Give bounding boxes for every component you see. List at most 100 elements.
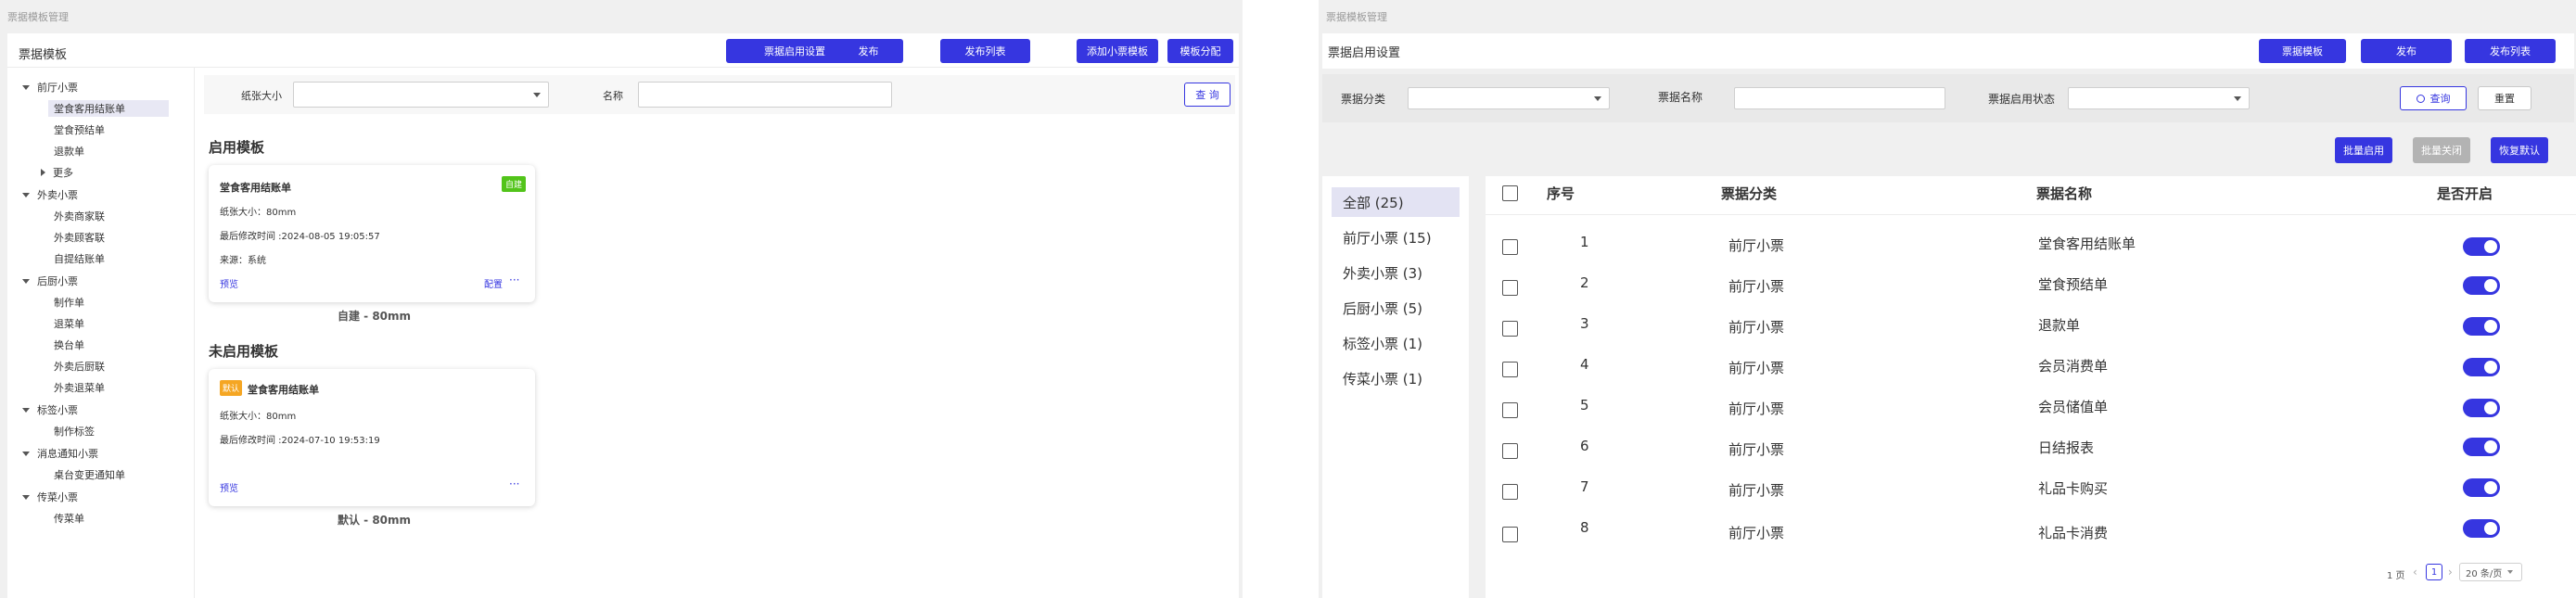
tree-item[interactable]: 外卖顾客联	[54, 229, 105, 246]
enable-toggle[interactable]	[2463, 478, 2500, 497]
default-badge: 默认	[220, 380, 242, 396]
more-icon[interactable]: ···	[509, 477, 519, 490]
tree-item-more[interactable]: 更多	[41, 164, 73, 181]
publish-button[interactable]: 发布	[834, 39, 903, 63]
category-item-serving[interactable]: 传菜小票 (1)	[1332, 363, 1460, 393]
tree-group-takeout[interactable]: 外卖小票	[22, 186, 78, 203]
template-assign-button[interactable]: 模板分配	[1167, 39, 1233, 63]
category-item-takeout[interactable]: 外卖小票 (3)	[1332, 258, 1460, 287]
row-checkbox[interactable]	[1502, 484, 1518, 500]
paper-size-select[interactable]	[293, 82, 549, 108]
category-item-all[interactable]: 全部 (25)	[1332, 187, 1460, 217]
enable-toggle[interactable]	[2463, 438, 2500, 456]
tree-item[interactable]: 堂食预结单	[54, 121, 105, 138]
restore-default-button[interactable]: 恢复默认	[2491, 137, 2548, 163]
add-ticket-template-button[interactable]: 添加小票模板	[1077, 39, 1158, 63]
publish-list-button[interactable]: 发布列表	[940, 39, 1030, 63]
row-checkbox[interactable]	[1502, 321, 1518, 337]
row-name: 礼品卡消费	[2038, 525, 2109, 541]
category-item-kitchen[interactable]: 后厨小票 (5)	[1332, 293, 1460, 323]
select-all-checkbox[interactable]	[1502, 185, 1518, 201]
filter-area: 票据分类 票据名称 票据启用状态 查询 重置	[1322, 74, 2574, 122]
enable-toggle[interactable]	[2463, 276, 2500, 295]
tree-item[interactable]: 传菜单	[54, 510, 84, 527]
row-checkbox[interactable]	[1502, 280, 1518, 296]
name-input[interactable]	[638, 82, 892, 108]
tree-item[interactable]: 退菜单	[54, 315, 84, 332]
row-category: 前厅小票	[1728, 360, 1785, 376]
preview-link[interactable]: 预览	[220, 276, 238, 290]
tree-group-front-hall[interactable]: 前厅小票	[22, 79, 78, 95]
tree-group-label[interactable]: 标签小票	[22, 401, 78, 418]
row-name: 堂食客用结账单	[2038, 235, 2136, 252]
enabled-card-caption: 自建 - 80mm	[338, 310, 412, 323]
pagination-next[interactable]: ›	[2448, 566, 2453, 579]
row-category: 前厅小票	[1728, 482, 1785, 499]
row-index: 7	[1580, 478, 1589, 495]
enable-toggle[interactable]	[2463, 519, 2500, 538]
category-item-front-hall[interactable]: 前厅小票 (15)	[1332, 223, 1460, 252]
tree-item[interactable]: 外卖商家联	[54, 208, 105, 224]
page-size-select[interactable]: 20 条/页	[2459, 563, 2522, 581]
row-checkbox[interactable]	[1502, 402, 1518, 418]
tree-item[interactable]: 制作单	[54, 294, 84, 311]
enable-toggle[interactable]	[2463, 358, 2500, 376]
enabled-template-card[interactable]: 堂食客用结账单 自建 纸张大小：80mm 最后修改时间 :2024-08-05 …	[209, 165, 535, 302]
tree-item[interactable]: 外卖后厨联	[54, 358, 105, 375]
tree-group-serving[interactable]: 传菜小票	[22, 489, 78, 505]
query-button[interactable]: 查询	[2400, 86, 2467, 110]
batch-disable-button[interactable]: 批量关闭	[2413, 137, 2470, 163]
tree-item[interactable]: 桌台变更通知单	[54, 466, 125, 483]
tree-item[interactable]: 制作标签	[54, 423, 95, 439]
chevron-down-icon	[1594, 96, 1601, 101]
card-title: 堂食客用结账单	[220, 182, 291, 194]
chevron-down-icon	[2507, 570, 2514, 574]
status-badge: 自建	[502, 176, 526, 192]
chevron-down-icon	[22, 407, 30, 413]
enable-toggle[interactable]	[2463, 317, 2500, 336]
reset-button[interactable]: 重置	[2478, 86, 2531, 110]
enable-toggle[interactable]	[2463, 237, 2500, 256]
tree-item-selected[interactable]: 堂食客用结账单	[48, 100, 169, 117]
card-paper-size: 纸张大小：80mm	[220, 208, 297, 218]
card-source: 来源：系统	[220, 256, 266, 266]
table-row: 8 前厅小票 礼品卡消费	[1486, 519, 2576, 556]
paper-size-label: 纸张大小	[241, 90, 282, 102]
column-header-enabled: 是否开启	[2437, 185, 2493, 202]
configure-link[interactable]: 配置	[484, 276, 503, 290]
more-icon[interactable]: ···	[509, 274, 519, 286]
tree-item[interactable]: 自提结账单	[54, 250, 105, 267]
status-select[interactable]	[2068, 87, 2250, 109]
batch-enable-button[interactable]: 批量启用	[2335, 137, 2392, 163]
ticket-template-button[interactable]: 票据模板	[2259, 39, 2346, 63]
card-modified-time: 最后修改时间 :2024-07-10 19:53:19	[220, 436, 380, 446]
tree-item[interactable]: 外卖退菜单	[54, 379, 105, 396]
tree-group-kitchen[interactable]: 后厨小票	[22, 273, 78, 289]
disabled-template-card[interactable]: 默认 堂食客用结账单 纸张大小：80mm 最后修改时间 :2024-07-10 …	[209, 369, 535, 506]
enable-toggle[interactable]	[2463, 399, 2500, 417]
pagination-prev[interactable]: ‹	[2413, 566, 2417, 579]
category-select[interactable]	[1408, 87, 1610, 109]
row-checkbox[interactable]	[1502, 239, 1518, 255]
template-tree: 前厅小票 堂食客用结账单 堂食预结单 退款单 更多 外卖小票 外卖商家联 外卖顾…	[7, 68, 195, 598]
row-checkbox[interactable]	[1502, 443, 1518, 459]
tree-group-notification[interactable]: 消息通知小票	[22, 445, 98, 462]
row-name: 退款单	[2038, 317, 2081, 334]
status-label: 票据启用状态	[1988, 93, 2056, 106]
query-button[interactable]: 查 询	[1184, 83, 1231, 107]
publish-button[interactable]: 发布	[2361, 39, 2452, 63]
tree-item[interactable]: 退款单	[54, 143, 84, 159]
tree-item[interactable]: 换台单	[54, 337, 84, 353]
preview-link[interactable]: 预览	[220, 480, 238, 494]
pagination-current-page[interactable]: 1	[2426, 564, 2442, 580]
row-category: 前厅小票	[1728, 278, 1785, 295]
disabled-section-title: 未启用模板	[209, 343, 279, 360]
row-checkbox[interactable]	[1502, 527, 1518, 542]
row-checkbox[interactable]	[1502, 362, 1518, 377]
chevron-right-icon	[41, 169, 45, 176]
publish-list-button[interactable]: 发布列表	[2465, 39, 2556, 63]
row-index: 2	[1580, 274, 1589, 291]
category-item-label[interactable]: 标签小票 (1)	[1332, 328, 1460, 358]
name-input[interactable]	[1734, 87, 1945, 109]
main-panel: 票据模板 票据启用设置 发布 发布列表 添加小票模板 模板分配 前厅小票 堂食客…	[7, 33, 1239, 598]
